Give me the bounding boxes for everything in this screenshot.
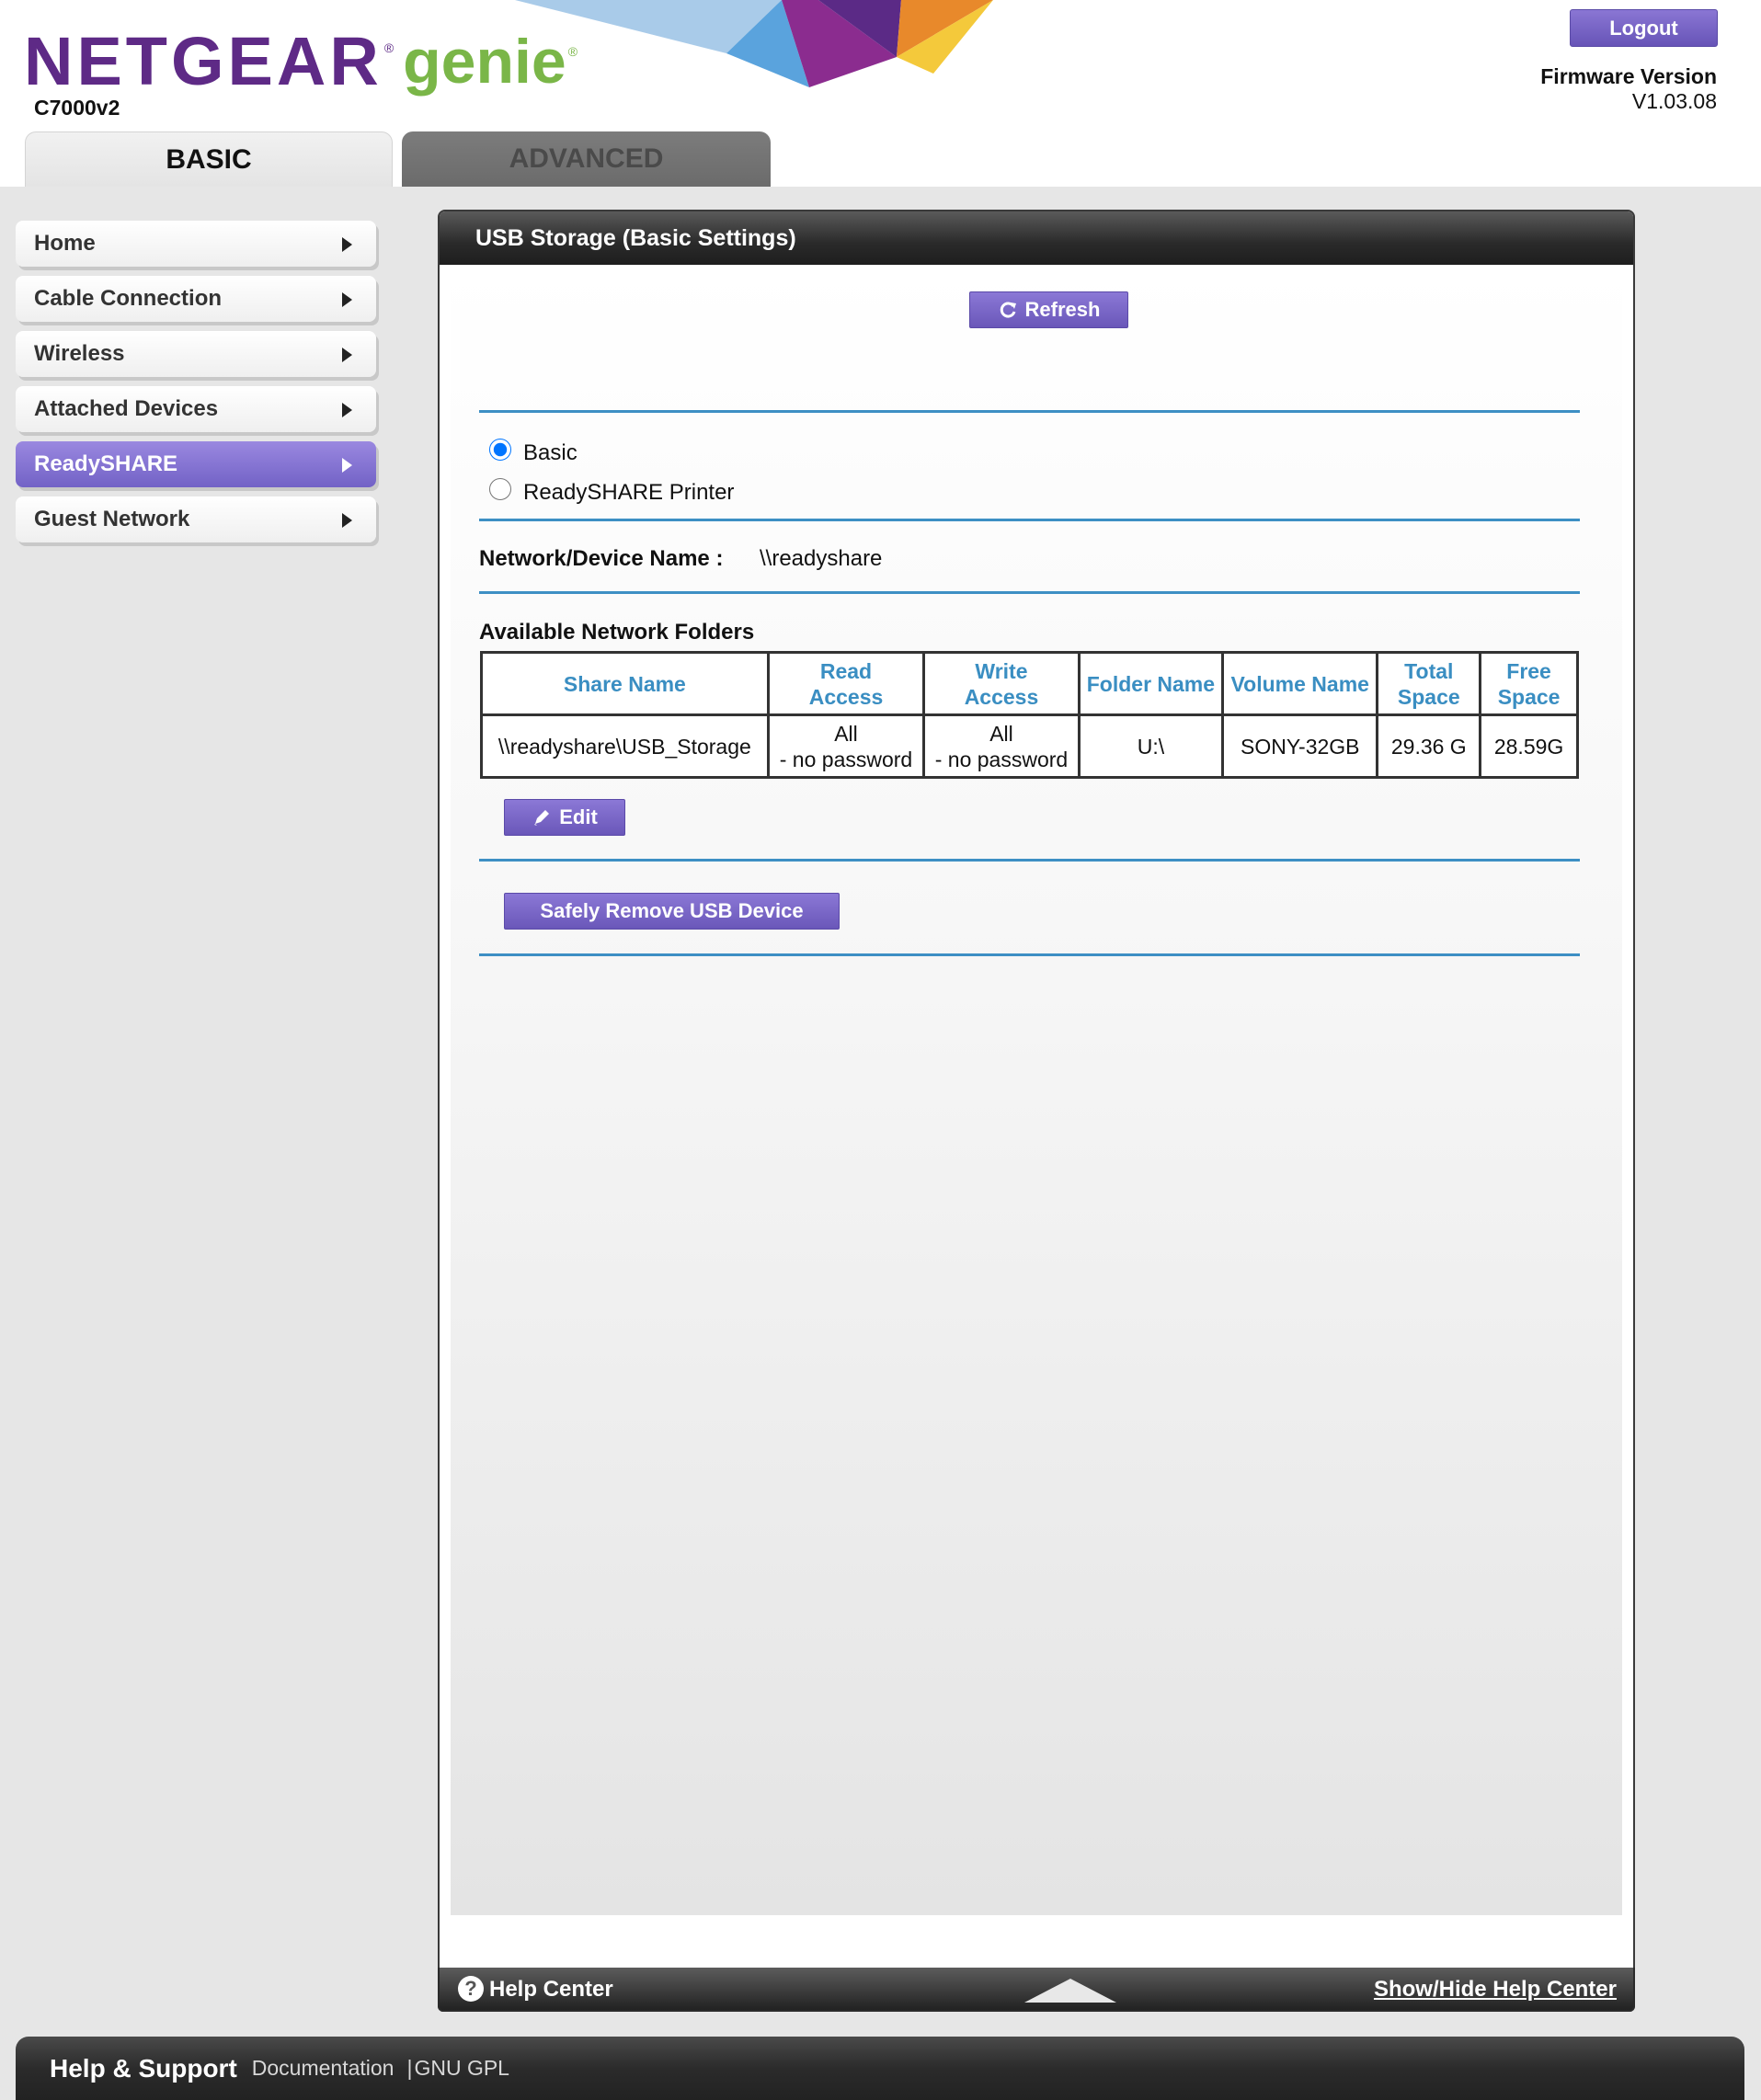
readyshare-printer-radio[interactable] bbox=[489, 478, 511, 500]
logout-button[interactable]: Logout bbox=[1570, 9, 1718, 47]
pencil-icon bbox=[534, 810, 550, 826]
page-footer: Help & Support Documentation | GNU GPL bbox=[16, 2037, 1744, 2100]
col-write-access: Write Access bbox=[922, 651, 1081, 716]
col-total-space: Total Space bbox=[1376, 651, 1482, 716]
basic-mode-label: Basic bbox=[523, 440, 577, 465]
refresh-button[interactable]: Refresh bbox=[969, 291, 1128, 328]
chevron-right-icon bbox=[342, 237, 352, 252]
panel-body bbox=[451, 265, 1622, 1915]
refresh-icon bbox=[1000, 302, 1016, 318]
chevron-right-icon bbox=[342, 292, 352, 307]
sidebar-item-label: Attached Devices bbox=[34, 396, 219, 421]
col-share-name: Share Name bbox=[480, 651, 770, 716]
sidebar-item-label: Guest Network bbox=[34, 507, 190, 531]
table-row[interactable]: \\readyshare\USB_Storage All - no passwor… bbox=[480, 713, 1579, 779]
sidebar-item-wireless[interactable]: Wireless bbox=[16, 331, 376, 377]
gnu-gpl-link[interactable]: GNU GPL bbox=[414, 2056, 509, 2081]
documentation-link[interactable]: Documentation bbox=[252, 2056, 395, 2081]
chevron-right-icon bbox=[342, 458, 352, 473]
col-folder-name: Folder Name bbox=[1077, 651, 1225, 716]
tab-advanced[interactable]: ADVANCED bbox=[402, 131, 771, 187]
chevron-right-icon bbox=[342, 403, 352, 417]
sidebar-item-label: ReadySHARE bbox=[34, 451, 178, 476]
device-name-value: \\readyshare bbox=[760, 546, 883, 571]
sidebar-item-label: Home bbox=[34, 231, 96, 256]
cell-folder-name: U:\ bbox=[1077, 713, 1225, 779]
col-read-access: Read Access bbox=[766, 651, 926, 716]
section-divider bbox=[479, 519, 1580, 521]
sidebar-item-attached-devices[interactable]: Attached Devices bbox=[16, 386, 376, 432]
tab-basic[interactable]: BASIC bbox=[25, 131, 393, 187]
sidebar-item-label: Cable Connection bbox=[34, 286, 223, 311]
cell-share-name: \\readyshare\USB_Storage bbox=[480, 713, 770, 779]
chevron-right-icon bbox=[342, 513, 352, 528]
basic-mode-radio[interactable] bbox=[489, 439, 511, 461]
help-question-icon: ? bbox=[458, 1976, 484, 2002]
firmware-version-value: V1.03.08 bbox=[1631, 89, 1717, 113]
readyshare-printer-label: ReadySHARE Printer bbox=[523, 480, 735, 505]
footer-separator: | bbox=[406, 2056, 413, 2080]
sidebar-item-guest-network[interactable]: Guest Network bbox=[16, 496, 376, 542]
section-divider bbox=[479, 591, 1580, 594]
sidebar-item-readyshare[interactable]: ReadySHARE bbox=[16, 441, 376, 487]
refresh-label: Refresh bbox=[1024, 298, 1101, 321]
edit-button[interactable]: Edit bbox=[504, 799, 625, 836]
cell-free-space: 28.59G bbox=[1479, 713, 1579, 779]
col-free-space: Free Space bbox=[1479, 651, 1579, 716]
col-volume-name: Volume Name bbox=[1221, 651, 1379, 716]
page-header: NETGEAR ® genie ® C7000v2 Logout Firmwar… bbox=[0, 0, 1761, 187]
expand-up-arrow-icon[interactable] bbox=[1024, 1979, 1116, 2003]
firmware-version-label: Firmware Version bbox=[1540, 64, 1717, 88]
sidebar-item-home[interactable]: Home bbox=[16, 221, 376, 267]
panel-title: USB Storage (Basic Settings) bbox=[440, 211, 1633, 265]
table-header-row: Share Name Read Access Write Access Folder… bbox=[480, 651, 1579, 716]
section-divider bbox=[479, 953, 1580, 956]
sidebar-item-label: Wireless bbox=[34, 341, 125, 366]
chevron-right-icon bbox=[342, 348, 352, 362]
help-center-title: Help Center bbox=[489, 1977, 613, 2002]
cell-read-access: All - no password bbox=[766, 713, 926, 779]
cell-total-space: 29.36 G bbox=[1376, 713, 1482, 779]
cell-volume-name: SONY-32GB bbox=[1221, 713, 1379, 779]
safely-remove-usb-button[interactable]: Safely Remove USB Device bbox=[504, 893, 840, 930]
available-folders-title: Available Network Folders bbox=[479, 620, 755, 645]
decorative-shapes bbox=[515, 0, 993, 87]
cell-write-access: All - no password bbox=[922, 713, 1081, 779]
help-support-title: Help & Support bbox=[50, 2053, 237, 2083]
show-hide-help-center-link[interactable]: Show/Hide Help Center bbox=[1374, 1977, 1617, 2003]
section-divider bbox=[479, 859, 1580, 862]
edit-label: Edit bbox=[559, 805, 598, 828]
brand-registered-mark: ® bbox=[383, 40, 395, 55]
help-center-bar: ? Help Center Show/Hide Help Center bbox=[438, 1968, 1635, 2012]
netgear-genie-logo: NETGEAR ® genie ® bbox=[24, 20, 577, 103]
router-model: C7000v2 bbox=[34, 96, 120, 120]
device-name-label: Network/Device Name : bbox=[479, 546, 724, 571]
section-divider bbox=[479, 410, 1580, 413]
sidebar-item-cable-connection[interactable]: Cable Connection bbox=[16, 276, 376, 322]
brand-name: NETGEAR bbox=[24, 23, 383, 99]
network-folders-table: Share Name Read Access Write Access Folder… bbox=[480, 651, 1579, 779]
